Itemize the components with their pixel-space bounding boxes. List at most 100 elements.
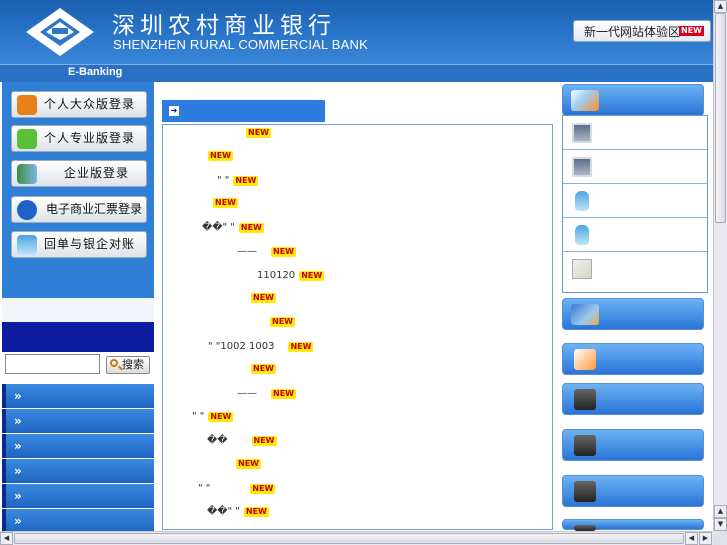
new-badge: NEW bbox=[250, 483, 276, 494]
new-badge: NEW bbox=[233, 175, 259, 186]
phone-service-button[interactable] bbox=[562, 429, 704, 461]
scroll-left-icon[interactable]: ◀ bbox=[0, 532, 13, 545]
search-button[interactable]: 搜索 bbox=[106, 356, 150, 374]
vertical-scroll-thumb[interactable] bbox=[715, 13, 726, 223]
news-item[interactable]: " "1002 1003 NEW bbox=[208, 341, 314, 357]
new-badge: NEW bbox=[213, 198, 238, 208]
left-panel: 个人大众版登录 个人专业版登录 企业版登录 电子商业汇票登录 回单与银企对账 搜… bbox=[2, 82, 154, 533]
nav-item[interactable]: » bbox=[2, 384, 154, 408]
double-chevron-icon: » bbox=[14, 389, 22, 403]
person-icon bbox=[17, 95, 37, 115]
new-badge: NEW bbox=[270, 317, 295, 327]
search-button-label: 搜索 bbox=[122, 358, 144, 371]
news-tab[interactable]: ➔ bbox=[162, 100, 325, 122]
new-badge: NEW bbox=[238, 222, 264, 233]
site-header: 深圳农村商业银行 SHENZHEN RURAL COMMERCIAL BANK … bbox=[0, 0, 713, 64]
promo-button[interactable] bbox=[562, 84, 704, 116]
phone-icon bbox=[574, 435, 596, 456]
bank-logo-icon[interactable] bbox=[24, 6, 96, 58]
news-item[interactable]: NEW bbox=[247, 293, 276, 309]
news-item[interactable]: —— NEW bbox=[237, 246, 296, 262]
news-item[interactable]: NEW bbox=[242, 128, 271, 144]
shoes-icon bbox=[571, 90, 599, 111]
scrollbar-corner bbox=[713, 531, 727, 545]
enterprise-login-button[interactable]: 企业版登录 bbox=[11, 160, 147, 187]
news-item[interactable]: NEW bbox=[247, 364, 276, 380]
section-header bbox=[2, 322, 154, 352]
bottle-icon bbox=[17, 235, 37, 255]
new-badge: NEW bbox=[208, 411, 234, 422]
news-item[interactable]: ��" " NEW bbox=[202, 222, 264, 238]
double-chevron-icon: » bbox=[14, 489, 22, 503]
search-icon bbox=[110, 359, 118, 367]
scroll-up-icon[interactable]: ▲ bbox=[714, 505, 727, 518]
link-icon bbox=[17, 200, 37, 220]
news-item[interactable]: —— NEW bbox=[237, 388, 296, 404]
new-badge: NEW bbox=[251, 293, 276, 303]
news-item[interactable]: 110120 NEW bbox=[257, 270, 325, 286]
vertical-scrollbar[interactable]: ▲ ▲ ▼ bbox=[713, 0, 727, 531]
double-chevron-icon: » bbox=[14, 514, 22, 528]
horizontal-scrollbar[interactable]: ◀ ◀ ▶ bbox=[0, 531, 713, 545]
nav-item[interactable]: » bbox=[2, 459, 154, 483]
new-badge: NEW bbox=[251, 435, 277, 446]
new-site-experience-button[interactable]: 新一代网站体验区 NEW bbox=[573, 20, 711, 42]
phone-icon bbox=[574, 481, 596, 502]
ribbon-icon bbox=[574, 349, 596, 370]
bottle-icon bbox=[575, 191, 589, 211]
e-commercial-draft-login-button[interactable]: 电子商业汇票登录 bbox=[11, 196, 147, 223]
horizontal-scroll-thumb[interactable] bbox=[14, 533, 684, 544]
ribbon-service-button[interactable] bbox=[562, 343, 704, 375]
card-icon bbox=[571, 304, 599, 325]
phone-service-button[interactable] bbox=[562, 475, 704, 507]
service-item[interactable] bbox=[563, 150, 707, 184]
service-list bbox=[562, 115, 708, 293]
ebanking-bar: E-Banking bbox=[0, 64, 713, 82]
service-item[interactable] bbox=[563, 116, 707, 150]
service-item[interactable] bbox=[563, 252, 707, 286]
news-item[interactable]: ��" " NEW bbox=[207, 506, 269, 522]
double-chevron-icon: » bbox=[14, 414, 22, 428]
service-item[interactable] bbox=[563, 184, 707, 218]
new-badge: NEW bbox=[299, 270, 325, 281]
news-item[interactable]: NEW bbox=[232, 459, 261, 475]
news-item[interactable]: " " NEW bbox=[192, 411, 234, 427]
service-item[interactable] bbox=[563, 218, 707, 252]
new-badge: NEW bbox=[236, 459, 261, 469]
search-input[interactable] bbox=[5, 354, 100, 374]
new-badge: NEW bbox=[271, 388, 296, 399]
new-site-label: 新一代网站体验区 bbox=[584, 25, 681, 39]
news-item[interactable]: NEW bbox=[209, 198, 238, 214]
card-service-button[interactable] bbox=[562, 298, 704, 330]
nav-item[interactable]: » bbox=[2, 409, 154, 433]
scroll-right-icon[interactable]: ▶ bbox=[699, 532, 712, 545]
scroll-left-icon[interactable]: ◀ bbox=[685, 532, 698, 545]
key-icon bbox=[17, 129, 37, 149]
new-badge: NEW bbox=[243, 506, 269, 517]
phone-icon bbox=[574, 389, 596, 410]
checklist-icon bbox=[572, 259, 592, 279]
phone-service-button[interactable] bbox=[562, 519, 704, 531]
nav-item[interactable]: » bbox=[2, 509, 154, 533]
phone-service-button[interactable] bbox=[562, 383, 704, 415]
double-chevron-icon: » bbox=[14, 439, 22, 453]
news-item[interactable]: NEW bbox=[266, 317, 295, 333]
news-item[interactable]: " " NEW bbox=[217, 175, 259, 191]
personal-pro-login-button[interactable]: 个人专业版登录 bbox=[11, 125, 147, 152]
login-label: 电子商业汇票登录 bbox=[46, 202, 143, 216]
scroll-down-icon[interactable]: ▼ bbox=[714, 518, 727, 531]
receipt-reconciliation-button[interactable]: 回单与银企对账 bbox=[11, 231, 147, 258]
new-badge: NEW bbox=[208, 151, 233, 161]
login-label: 回单与银企对账 bbox=[44, 237, 136, 251]
bank-name-chinese: 深圳农村商业银行 bbox=[112, 13, 336, 39]
nav-item[interactable]: » bbox=[2, 484, 154, 508]
news-item[interactable]: NEW bbox=[204, 151, 233, 167]
ebanking-label: E-Banking bbox=[68, 66, 123, 78]
scroll-up-icon[interactable]: ▲ bbox=[714, 0, 727, 13]
news-item[interactable]: �� NEW bbox=[207, 435, 277, 451]
personal-basic-login-button[interactable]: 个人大众版登录 bbox=[11, 91, 147, 118]
login-label: 个人大众版登录 bbox=[44, 97, 136, 111]
bottle-icon bbox=[575, 225, 589, 245]
nav-item[interactable]: » bbox=[2, 434, 154, 458]
news-item[interactable]: " " NEW bbox=[198, 483, 276, 499]
